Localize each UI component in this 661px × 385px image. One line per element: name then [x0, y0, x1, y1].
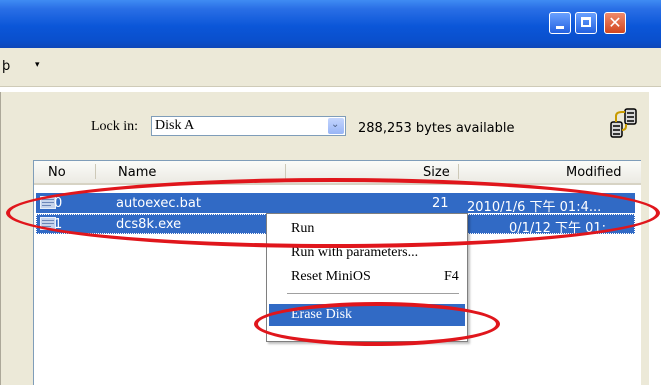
menu-bar: þ ▾: [0, 48, 661, 87]
menu-item-reset-minios[interactable]: Reset MiniOS F4: [269, 266, 465, 288]
menu-item-fragment[interactable]: þ: [2, 59, 10, 74]
column-header-no[interactable]: No: [48, 165, 66, 180]
maximize-button[interactable]: [575, 12, 597, 34]
lock-in-label: Lock in:: [91, 119, 139, 134]
row-modified: 2010/1/6 下午 01:4...: [467, 200, 602, 215]
column-divider[interactable]: [95, 164, 96, 179]
menu-item-label: Erase Disk: [291, 307, 353, 322]
menu-item-label: Run with parameters...: [291, 245, 419, 260]
maximize-icon: [581, 17, 591, 27]
column-header-modified[interactable]: Modified: [566, 165, 621, 180]
table-row[interactable]: 0 autoexec.bat 21 2010/1/6 下午 01:4...: [36, 193, 635, 215]
menu-item-label: Reset MiniOS: [291, 269, 371, 284]
row-size: 21: [432, 196, 449, 211]
column-divider[interactable]: [458, 164, 459, 179]
lock-in-select[interactable]: Disk A ⌄: [151, 116, 346, 136]
minimize-icon: [556, 26, 564, 29]
row-number: 0: [54, 196, 63, 211]
column-header-size[interactable]: Size: [423, 165, 450, 180]
bytes-available-text: 288,253 bytes available: [358, 121, 515, 136]
menu-item-shortcut: F4: [444, 269, 459, 284]
menu-separator: [287, 293, 459, 294]
menu-item-run[interactable]: Run: [269, 218, 465, 240]
row-name: autoexec.bat: [116, 196, 201, 211]
chevron-down-icon: ⌄: [331, 119, 340, 130]
file-list-header: No Name Size Modified: [34, 161, 641, 185]
close-button[interactable]: ✕: [604, 12, 626, 34]
close-icon: ✕: [608, 13, 622, 32]
row-modified: 0/1/12 下午 01:: [509, 221, 607, 236]
menu-dropdown-arrow-icon[interactable]: ▾: [35, 60, 40, 70]
menu-item-erase-disk[interactable]: Erase Disk: [269, 304, 465, 326]
row-name: dcs8k.exe: [116, 217, 182, 232]
lock-in-value: Disk A: [155, 118, 195, 133]
context-menu: Run Run with parameters... Reset MiniOS …: [266, 213, 468, 342]
minimize-button[interactable]: [549, 12, 571, 34]
dropdown-button[interactable]: ⌄: [328, 118, 344, 134]
plug-connection-icon: [610, 108, 637, 138]
column-divider[interactable]: [285, 164, 286, 179]
menu-item-label: Run: [291, 221, 315, 236]
menu-item-run-with-parameters[interactable]: Run with parameters...: [269, 242, 465, 264]
column-header-name[interactable]: Name: [118, 165, 156, 180]
title-bar: ✕: [0, 0, 661, 48]
row-number: 1: [54, 217, 63, 232]
